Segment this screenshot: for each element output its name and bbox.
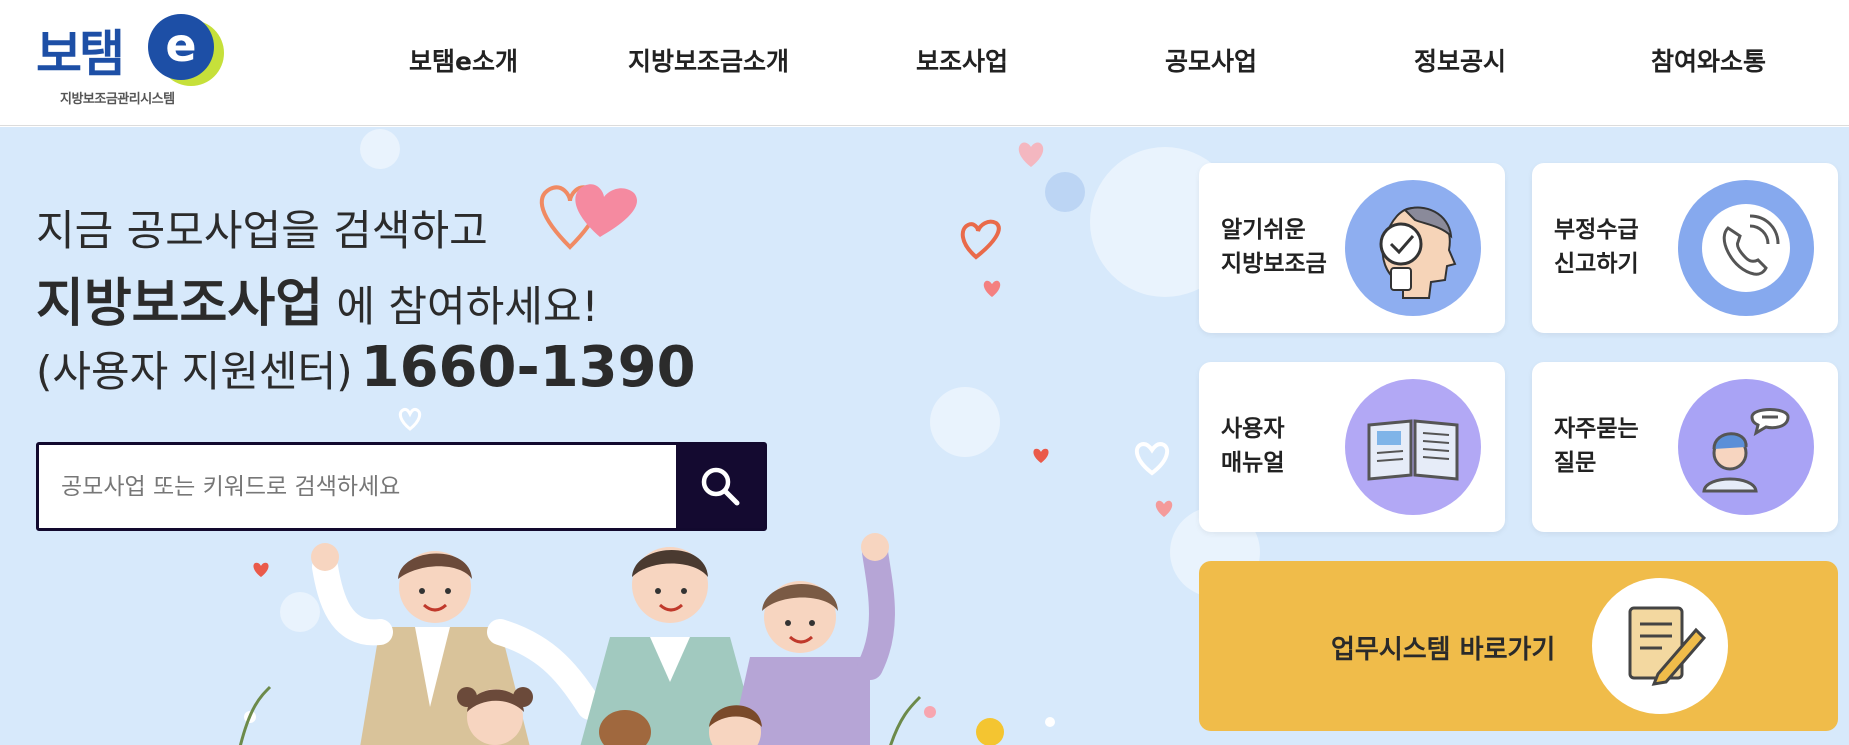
card-label-line: 신고하기 [1554, 251, 1639, 277]
search-icon [701, 467, 740, 506]
decor-bubble [1045, 172, 1085, 212]
heart-icon [1018, 142, 1044, 167]
hero-section: 지금 공모사업을 검색하고 지방보조사업 에 참여하세요! (사용자 지원센터)… [0, 127, 1849, 745]
support-phone[interactable]: 1660-1390 [361, 335, 696, 400]
hero-highlight: 지방보조사업 [36, 274, 324, 334]
nav-item-participation[interactable]: 참여와소통 [1651, 42, 1766, 78]
heart-icon [1134, 442, 1170, 476]
card-label-line: 질문 [1554, 450, 1597, 476]
logo-e-letter: e [165, 18, 197, 72]
logo-wordmark: 보탬 [36, 25, 125, 83]
card-label-line: 지방보조금 [1221, 251, 1327, 277]
hero-headline: 지금 공모사업을 검색하고 [36, 206, 488, 255]
card-user-manual[interactable]: 사용자매뉴얼 [1199, 362, 1505, 532]
nav-item-public-contests[interactable]: 공모사업 [1165, 42, 1257, 78]
heart-icon [398, 408, 422, 431]
logo-e-circle: e [148, 14, 214, 80]
card-label: 부정수급신고하기 [1554, 213, 1694, 281]
logo-subtitle: 지방보조금관리시스템 [60, 92, 175, 107]
card-faq[interactable]: 자주묻는질문 [1532, 362, 1838, 532]
hearts-icon [539, 184, 637, 250]
card-fraud-report[interactable]: 부정수급신고하기 [1532, 163, 1838, 333]
nav-item-disclosure[interactable]: 정보공시 [1414, 42, 1506, 78]
heart-icon [1033, 448, 1049, 463]
decor-bubble [930, 387, 1000, 457]
work-system-label: 업무시스템 바로가기 [1331, 635, 1556, 665]
heart-icon [960, 219, 1001, 260]
work-system-shortcut[interactable]: 업무시스템 바로가기 [1199, 561, 1838, 731]
card-label-line: 자주묻는 [1554, 416, 1639, 442]
document-pen-icon [1592, 578, 1728, 714]
card-easy-subsidy[interactable]: 알기쉬운지방보조금 [1199, 163, 1505, 333]
decor-bubble [360, 129, 400, 169]
phone-icon [1678, 180, 1814, 316]
site-logo[interactable]: 보탬 e 지방보조금관리시스템 [30, 10, 230, 110]
head-check-icon [1345, 180, 1481, 316]
heart-icon [983, 280, 1001, 297]
nav-item-subsidy-intro[interactable]: 지방보조금소개 [628, 42, 789, 78]
card-label-line: 알기쉬운 [1221, 217, 1306, 243]
site-header: 보탬 e 지방보조금관리시스템 보탬e소개 지방보조금소개 보조사업 공모사업 … [0, 0, 1849, 126]
hero-subheadline: 지방보조사업 에 참여하세요! [36, 261, 598, 336]
card-label: 자주묻는질문 [1554, 412, 1694, 480]
card-label-line: 사용자 [1221, 416, 1285, 442]
family-illustration [238, 533, 1055, 745]
card-label-line: 부정수급 [1554, 217, 1639, 243]
nav-item-about[interactable]: 보탬e소개 [409, 42, 518, 78]
book-icon [1345, 379, 1481, 515]
chat-person-icon [1678, 379, 1814, 515]
card-label-line: 매뉴얼 [1221, 450, 1285, 476]
nav-item-subsidy-projects[interactable]: 보조사업 [916, 42, 1008, 78]
card-label: 사용자매뉴얼 [1221, 412, 1361, 480]
support-center-label: (사용자 지원센터) [36, 347, 353, 396]
hero-subheadline-rest: 에 참여하세요! [323, 282, 599, 331]
support-center: (사용자 지원센터) 1660-1390 [36, 335, 696, 400]
card-label: 알기쉬운지방보조금 [1221, 213, 1361, 281]
